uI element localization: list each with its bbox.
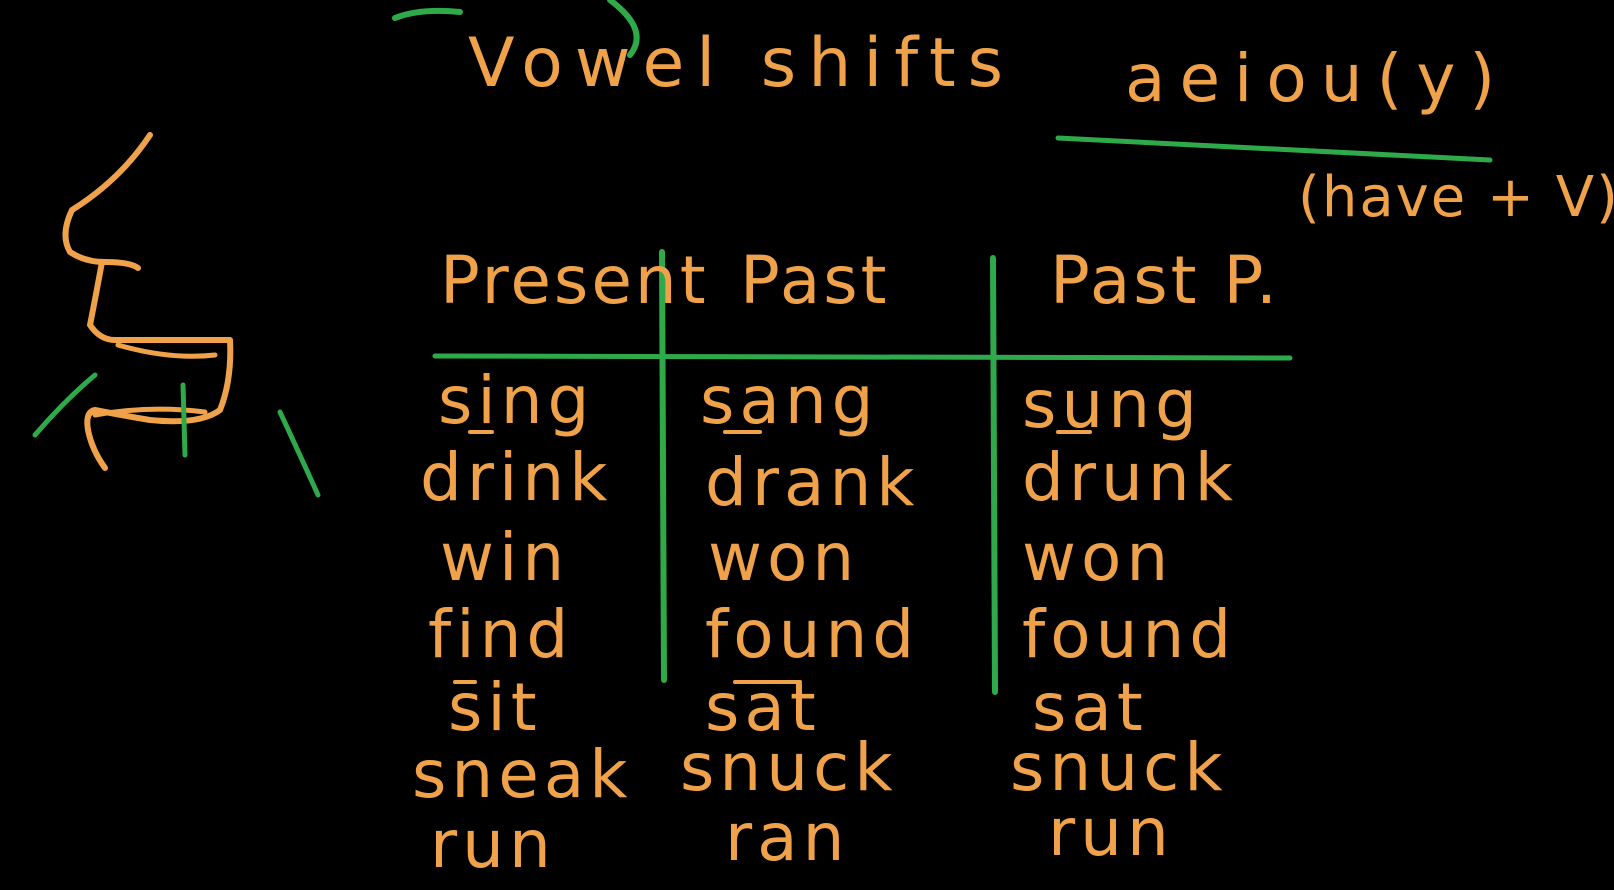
vowels-underline [1055,135,1493,163]
cell-present: drink [420,439,613,516]
cell-past-participle: sung [1022,366,1202,443]
cell-past: drank [705,444,920,521]
cell-present: sit [448,669,542,746]
blackboard: Vowel shifts aeiou(y) (have + V) Present… [0,0,1614,890]
cell-past-participle: won [1022,519,1174,596]
lips-line [92,342,218,418]
have-v-note: (have + V) [1298,165,1614,230]
cell-past: snuck [680,729,898,806]
lesson-title: Vowel shifts [468,24,1016,103]
cell-past-participle: drunk [1022,439,1238,516]
green-mark-middle [180,382,188,458]
face-profile-doodle [62,132,234,471]
header-past-participle: Past P. [1050,242,1281,319]
cell-present: run [430,806,556,883]
table-divider-2 [990,255,998,695]
green-mark-right [277,409,321,498]
cell-past-participle: run [1048,794,1174,871]
cell-present: sing [438,362,595,439]
cell-past: found [705,596,920,673]
cell-present: find [428,596,574,673]
header-present: Present [440,242,709,319]
header-past: Past [740,242,890,319]
cell-past-participle: found [1022,596,1237,673]
cell-past-participle: snuck [1010,729,1228,806]
cell-past: sang [700,362,879,439]
table-header-line [432,353,1293,361]
vowel-list: aeiou(y) [1125,40,1510,117]
cell-present: sneak [412,736,633,813]
cell-present: win [440,519,570,596]
cell-past: won [708,519,860,596]
cell-past: ran [725,799,850,876]
